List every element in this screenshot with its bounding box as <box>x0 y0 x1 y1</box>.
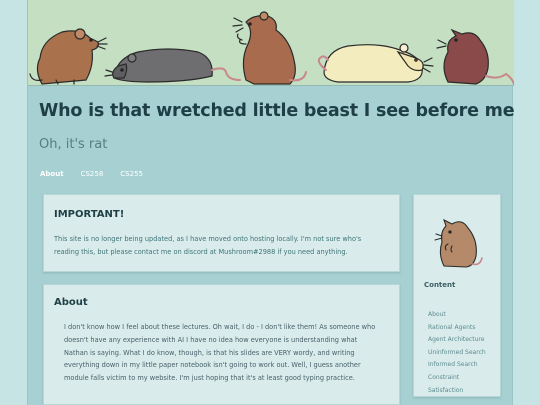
sitting-rat-icon <box>434 218 483 268</box>
about-body: I don't know how I feel about these lect… <box>64 323 376 383</box>
page-title: Who is that wretched little beast I see … <box>39 101 515 121</box>
top-nav: About CS258 CS255 <box>40 170 160 178</box>
nav-item-cs255[interactable]: CS255 <box>120 170 143 178</box>
sidebar-heading: Content <box>424 281 456 289</box>
sidebar-link-list: About Rational Agents Agent Architecture… <box>428 301 486 394</box>
rat-banner <box>28 0 514 86</box>
page-container: Who is that wretched little beast I see … <box>27 0 515 405</box>
notice-card: IMPORTANT! This site is no longer being … <box>43 194 400 272</box>
sidebar: Content About Rational Agents Agent Arch… <box>413 194 501 397</box>
about-card: About I don't know how I feel about thes… <box>43 284 400 405</box>
notice-heading: IMPORTANT! <box>54 209 125 220</box>
notice-body: This site is no longer being updated, as… <box>54 235 362 256</box>
nav-item-cs258[interactable]: CS258 <box>81 170 104 178</box>
page-subtitle: Oh, it's rat <box>39 137 108 152</box>
nav-item-about[interactable]: About <box>40 170 64 178</box>
rat-banner-illustration <box>29 11 514 85</box>
sidebar-link-satisfaction[interactable]: Satisfaction <box>428 387 463 394</box>
about-heading: About <box>54 297 88 308</box>
